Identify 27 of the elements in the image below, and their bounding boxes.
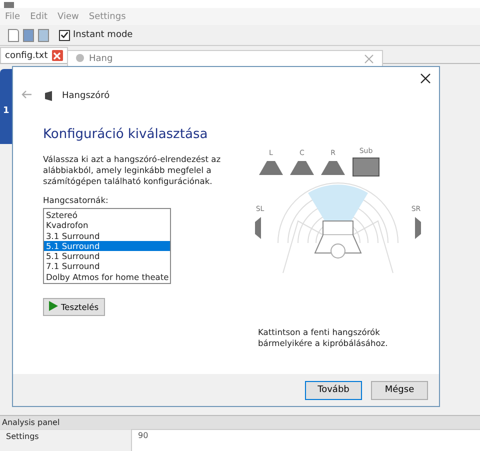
save-as-icon[interactable] [38,28,49,42]
list-item[interactable]: 5.1 Surround [44,251,170,262]
close-icon[interactable] [420,72,431,84]
checkbox[interactable] [59,30,70,40]
description-text: Válassza ki azt a hangszóró-elrendezést az alábbiakból, amely leginkább megfelel a számítógépen található konfigurációnak. [43,154,222,187]
dialog-heading: Konfiguráció kiválasztása [43,127,208,142]
list-item[interactable]: 3.1 Surround [44,230,170,241]
file-tab[interactable]: config.txt [0,47,68,63]
hint-text: Kattintson a fenti hangszórók bármelyikére a kipróbálásához. [258,327,389,349]
line-number: 1 [3,106,10,116]
test-button[interactable]: Tesztelés [43,298,105,316]
play-icon [49,301,58,314]
breadcrumb-title: Hangszóró [62,91,110,101]
list-label: Hangcsatornák: [43,195,108,205]
checkbox-label: Instant mode [73,30,133,40]
panel-title: Analysis panel [1,418,60,427]
list-item[interactable]: Sztereó [44,210,170,220]
list-item[interactable]: Dolby Atmos for home theate [44,272,170,282]
new-file-icon[interactable] [8,28,19,42]
list-item[interactable]: Kvadrofon [44,220,170,231]
list-item[interactable]: 7.1 Surround [44,261,170,272]
cancel-button[interactable]: Mégse [371,380,428,400]
next-button[interactable]: Tovább [305,380,362,400]
app-icon [4,2,14,8]
axis-label: 90 [138,431,148,440]
list-item[interactable]: 5.1 Surround [44,240,170,252]
dialog-title: Hang [89,54,114,65]
